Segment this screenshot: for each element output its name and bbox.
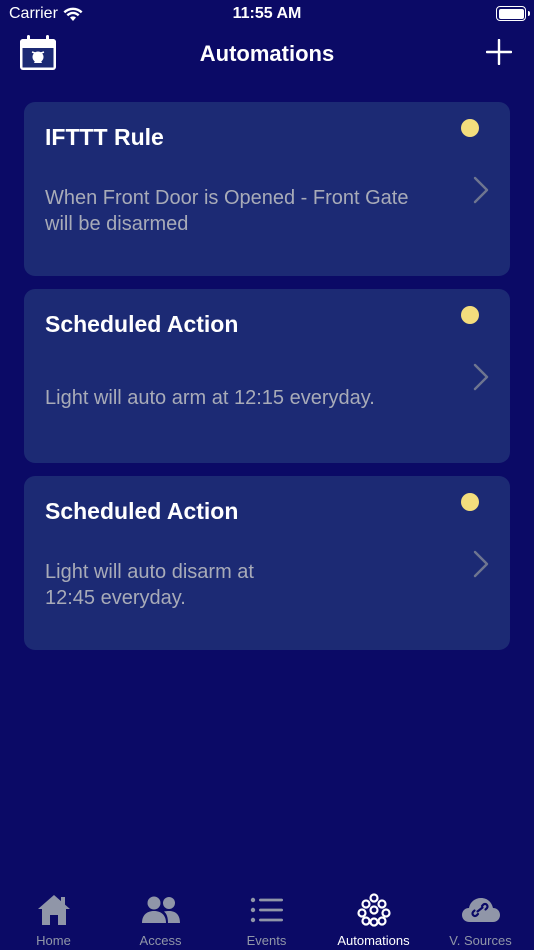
page-title: Automations	[199, 41, 335, 66]
tab-video-sources[interactable]: V. Sources	[427, 884, 534, 950]
tab-label: Access	[139, 933, 182, 948]
cloud-link-icon	[461, 898, 500, 922]
tab-label: V. Sources	[449, 933, 512, 948]
battery-icon	[496, 6, 530, 21]
tab-access[interactable]: Access	[107, 884, 214, 950]
automation-description: Light will auto disarm at 12:45 everyday…	[45, 561, 254, 609]
plus-icon	[485, 38, 513, 66]
status-bar: Carrier 11:55 AM	[0, 0, 534, 30]
people-icon	[141, 896, 180, 923]
automation-card[interactable]: IFTTT Rule When Front Door is Opened - F…	[24, 102, 510, 276]
status-time: 11:55 AM	[232, 5, 302, 22]
list-icon	[250, 897, 283, 923]
automation-title: IFTTT Rule	[45, 124, 164, 150]
tab-bar: Home Access Events Automations V. Source…	[0, 884, 534, 950]
status-indicator	[461, 493, 479, 511]
status-indicator	[461, 306, 479, 324]
automation-card[interactable]: Scheduled Action Light will auto disarm …	[24, 476, 510, 650]
automations-icon	[356, 893, 391, 927]
chevron-right-icon	[473, 363, 489, 391]
status-indicator	[461, 119, 479, 137]
navigation-bar: Automations	[0, 30, 534, 80]
chevron-right-icon	[473, 176, 489, 204]
home-icon	[37, 895, 70, 925]
tab-label: Home	[36, 933, 71, 948]
tab-events[interactable]: Events	[213, 884, 320, 950]
chevron-right-icon	[473, 550, 489, 578]
automation-card[interactable]: Scheduled Action Light will auto arm at …	[24, 289, 510, 463]
tab-label: Events	[246, 933, 287, 948]
automation-description: When Front Door is Opened - Front Gate w…	[45, 187, 409, 235]
tab-home[interactable]: Home	[0, 884, 107, 950]
automation-title: Scheduled Action	[45, 311, 239, 337]
automation-title: Scheduled Action	[45, 498, 239, 524]
add-automation-button[interactable]	[485, 38, 513, 66]
tab-label: Automations	[337, 933, 410, 948]
automation-description: Light will auto arm at 12:15 everyday.	[45, 387, 375, 409]
tab-automations[interactable]: Automations	[320, 884, 427, 950]
